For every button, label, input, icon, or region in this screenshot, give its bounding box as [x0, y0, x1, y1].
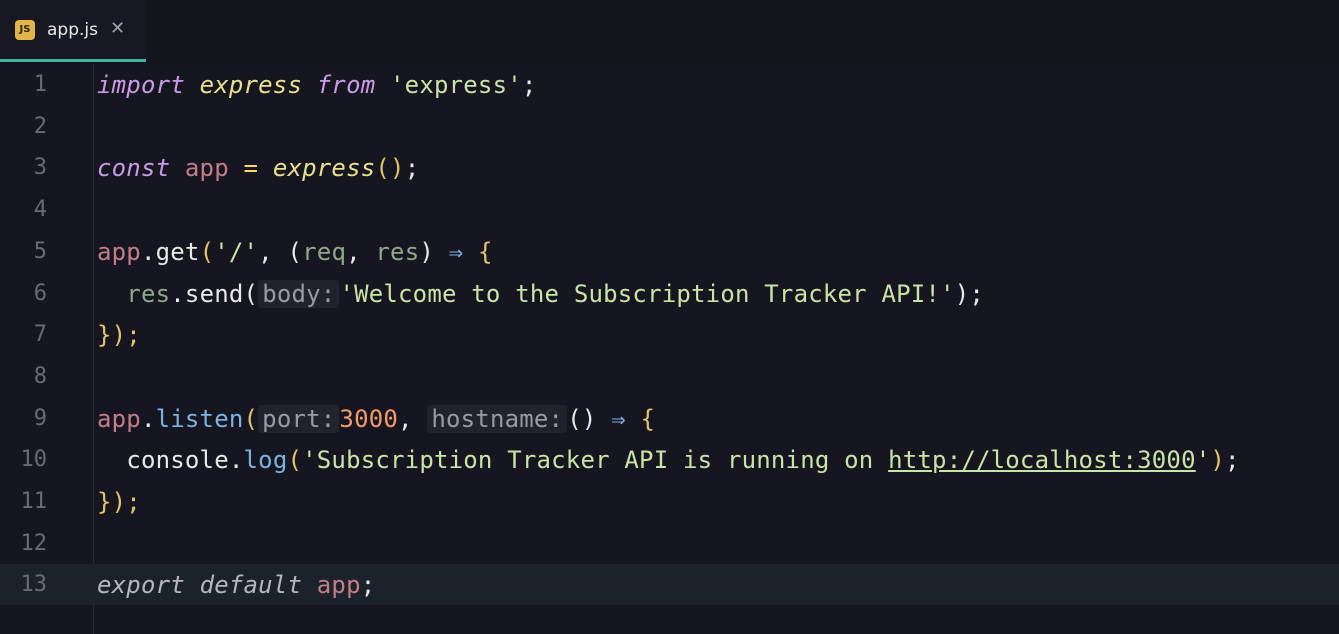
close-icon[interactable]: ✕: [110, 17, 125, 41]
code-text: export default app;: [97, 571, 375, 599]
line-number: 8: [33, 363, 47, 389]
string-route: '/': [214, 237, 259, 266]
open-paren: (: [287, 237, 303, 266]
code-text: app.listen(port: 3000, hostname:() ⇒ {: [97, 404, 656, 433]
open-paren: (: [243, 279, 259, 308]
tab-app-js[interactable]: JS app.js ✕: [0, 0, 146, 62]
code-line[interactable]: 7 });: [0, 314, 1339, 355]
code-text: console.log('Subscription Tracker API is…: [97, 446, 1240, 474]
open-brace: {: [640, 404, 656, 433]
method-log: log: [243, 446, 288, 475]
code-text: });: [97, 321, 141, 350]
dot: .: [228, 446, 244, 475]
open-paren: (: [287, 446, 303, 475]
semicolon: ;: [969, 279, 985, 308]
identifier-console: console: [126, 446, 229, 475]
arrow: ⇒: [611, 404, 626, 433]
method-get: get: [155, 237, 200, 266]
line-number: 2: [33, 113, 47, 139]
javascript-file-icon: JS: [15, 20, 35, 40]
line-number: 12: [20, 530, 48, 556]
code-text: app.get('/', (req, res) ⇒ {: [97, 238, 493, 266]
tab-bar: JS app.js ✕: [0, 0, 1339, 64]
line-number: 5: [33, 238, 47, 264]
code-line[interactable]: 9 app.listen(port: 3000, hostname:() ⇒ {: [0, 398, 1339, 439]
identifier-express: express: [199, 71, 303, 99]
open-paren: (: [199, 237, 215, 266]
number-3000: 3000: [339, 404, 399, 433]
variable-app: app: [97, 404, 141, 433]
dot: .: [170, 279, 185, 308]
dot: .: [140, 237, 156, 266]
open-paren: (: [243, 404, 259, 433]
method-listen: listen: [155, 404, 244, 433]
open-brace: {: [477, 237, 493, 266]
string-literal: 'express': [390, 71, 522, 99]
string-quote: ': [1195, 446, 1211, 475]
parens: (): [375, 154, 405, 183]
close-paren: ): [954, 279, 970, 308]
code-line[interactable]: 1 import express from 'express';: [0, 64, 1339, 105]
variable-app: app: [97, 237, 141, 266]
code-text: const app = express();: [97, 154, 419, 182]
inlay-hint-hostname: hostname:: [427, 404, 568, 433]
url-link[interactable]: http://localhost:3000: [888, 446, 1196, 474]
parens: (): [567, 404, 597, 433]
keyword-import: import: [97, 71, 185, 99]
param-req: req: [302, 237, 347, 266]
code-text: });: [97, 488, 141, 516]
code-line[interactable]: 10 console.log('Subscription Tracker API…: [0, 439, 1339, 480]
string-running: 'Subscription Tracker API is running on: [302, 446, 889, 475]
code-line[interactable]: 11 });: [0, 481, 1339, 522]
code-text: res.send(body: 'Welcome to the Subscripti…: [97, 279, 985, 308]
function-call-express: express: [272, 154, 376, 183]
param-res: res: [375, 237, 420, 266]
code-line[interactable]: 8: [0, 356, 1339, 397]
keyword-from: from: [316, 71, 376, 99]
variable-app: app: [184, 154, 229, 183]
code-line-current[interactable]: 13 export default app;: [0, 564, 1339, 606]
arrow: ⇒: [448, 237, 464, 266]
code-line[interactable]: 3 const app = express();: [0, 147, 1339, 188]
code-line[interactable]: 2: [0, 106, 1339, 147]
keyword-default: default: [199, 571, 303, 600]
line-number: 4: [33, 197, 47, 223]
line-number: 3: [33, 155, 47, 181]
line-number: 7: [33, 322, 47, 348]
line-number: 10: [20, 447, 48, 473]
line-number: 9: [33, 405, 47, 431]
line-number: 1: [33, 72, 47, 97]
operator-equals: =: [243, 154, 259, 183]
close-paren: ): [1210, 446, 1226, 475]
semicolon: ;: [521, 71, 537, 99]
code-line[interactable]: 5 app.get('/', (req, res) ⇒ {: [0, 231, 1339, 272]
keyword-const: const: [97, 154, 171, 183]
dot: .: [140, 404, 156, 433]
line-number: 11: [20, 489, 48, 514]
semicolon: ;: [404, 154, 420, 183]
code-line[interactable]: 12: [0, 523, 1339, 564]
comma: ,: [398, 404, 413, 433]
semicolon: ;: [360, 571, 376, 600]
variable-res: res: [126, 279, 171, 308]
comma: ,: [346, 237, 361, 266]
inlay-hint-body: body:: [258, 279, 340, 308]
comma: ,: [258, 237, 273, 266]
code-editor[interactable]: 1 import express from 'express'; 2 3 con…: [0, 64, 1339, 634]
code-text: import express from 'express';: [97, 71, 537, 99]
line-number: 13: [20, 572, 48, 598]
inlay-hint-port: port:: [258, 404, 340, 433]
tab-label: app.js: [47, 20, 98, 40]
keyword-export: export: [97, 571, 185, 600]
code-line[interactable]: 6 res.send(body: 'Welcome to the Subscrip…: [0, 273, 1339, 314]
variable-app: app: [316, 571, 361, 600]
semicolon: ;: [1225, 446, 1240, 475]
method-send: send: [184, 279, 244, 308]
string-welcome: 'Welcome to the Subscription Tracker API…: [339, 279, 955, 308]
code-line[interactable]: 4: [0, 189, 1339, 230]
close-paren: ): [419, 237, 435, 266]
line-number: 6: [33, 280, 47, 306]
